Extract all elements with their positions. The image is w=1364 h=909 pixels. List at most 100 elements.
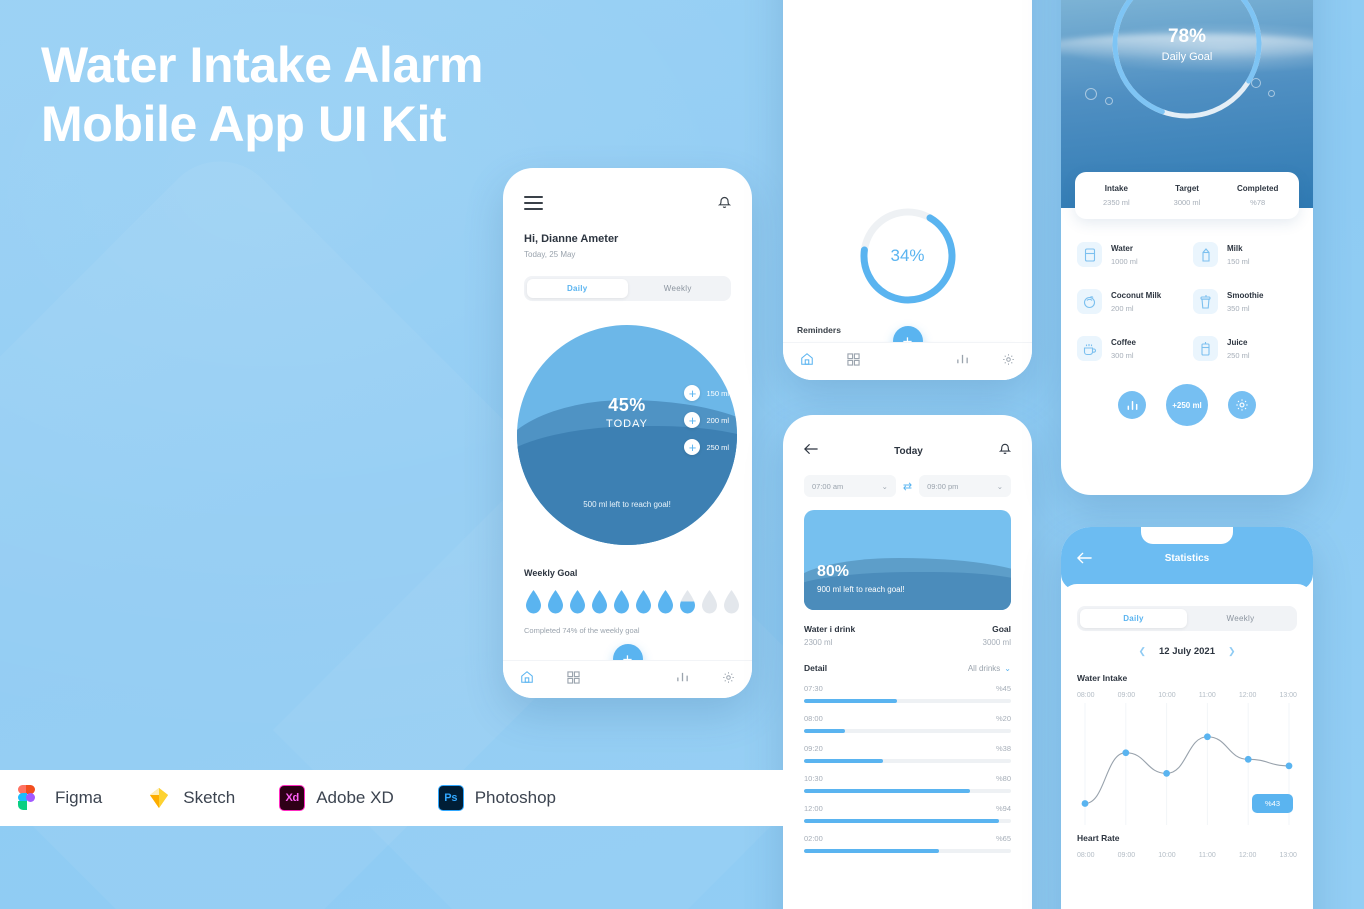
detail-bar-percent: %20 — [995, 714, 1011, 723]
chart-icon[interactable] — [956, 353, 969, 371]
stat-key: Target — [1175, 184, 1199, 193]
drink-item[interactable]: Milk 150 ml — [1187, 231, 1303, 278]
arrow-left-icon[interactable] — [804, 442, 818, 460]
bubble-icon — [1268, 90, 1275, 97]
axis-tick-label: 10:00 — [1158, 852, 1176, 859]
phone-notch — [1141, 527, 1233, 544]
detail-bar-track — [804, 789, 1011, 793]
hamburger-icon[interactable] — [524, 195, 543, 214]
detail-bar-time: 10:30 — [804, 774, 823, 783]
progress-remaining: 500 ml left to reach goal! — [583, 500, 671, 509]
statistics-period-tabs: Daily Weekly — [1077, 606, 1297, 631]
coffee-cup-icon — [1077, 336, 1102, 361]
tab-daily[interactable]: Daily — [1080, 609, 1187, 628]
home-icon[interactable] — [520, 670, 534, 689]
quick-add-250[interactable]: + 250 ml — [684, 439, 729, 455]
drink-amount: 350 ml — [1227, 303, 1250, 313]
weekly-goal-drop — [612, 589, 631, 615]
gear-icon-button[interactable] — [1228, 391, 1256, 419]
plus-icon: + — [684, 412, 701, 428]
detail-bar-time: 02:00 — [804, 834, 823, 843]
add-250ml-button[interactable]: +250 ml — [1166, 384, 1208, 426]
stat-value: 2350 ml — [1102, 198, 1130, 207]
tab-weekly[interactable]: Weekly — [628, 279, 729, 298]
time-to-select[interactable]: 09:00 pm ⌄ — [919, 475, 1011, 497]
quick-add-150[interactable]: + 150 ml — [684, 385, 729, 401]
tool-adobe-xd[interactable]: Xd Adobe XD — [279, 785, 394, 811]
quick-add-200[interactable]: + 200 ml — [684, 412, 729, 428]
smoothie-cup-icon — [1193, 289, 1218, 314]
time-to-value: 09:00 pm — [927, 481, 959, 491]
drink-texts: Juice 250 ml — [1227, 338, 1250, 360]
drink-item[interactable]: Juice 250 ml — [1187, 325, 1303, 372]
drink-texts: Water 1000 ml — [1111, 244, 1138, 266]
axis-tick-label: 12:00 — [1238, 692, 1257, 699]
detail-bar-time: 12:00 — [804, 804, 823, 813]
chevron-right-icon[interactable]: ❯ — [1228, 646, 1236, 657]
bell-icon[interactable] — [998, 442, 1012, 460]
grid-icon[interactable] — [567, 670, 580, 689]
figma-logo-icon — [18, 785, 44, 811]
tool-label-photoshop: Photoshop — [474, 788, 557, 807]
quick-add-label: 200 ml — [706, 415, 729, 425]
juice-box-icon — [1193, 336, 1218, 361]
plus-icon: + — [684, 385, 701, 401]
drink-item[interactable]: Smoothie 350 ml — [1187, 278, 1303, 325]
tool-figma[interactable]: Figma — [18, 785, 102, 811]
home-icon[interactable] — [800, 352, 814, 371]
weekly-goal-drop — [656, 589, 675, 615]
time-from-value: 07:00 am — [812, 481, 844, 491]
drink-amount: 1000 ml — [1111, 256, 1138, 266]
stat-key: Completed — [1237, 184, 1279, 193]
all-drinks-filter[interactable]: All drinks ⌄ — [968, 664, 1011, 673]
grid-icon[interactable] — [847, 352, 860, 371]
goal-block: Goal 3000 ml — [983, 624, 1011, 647]
photoshop-logo-icon: Ps — [437, 785, 464, 811]
today-card-remaining: 900 ml left to reach goal! — [817, 585, 905, 594]
swap-icon[interactable]: ⇄ — [903, 480, 912, 493]
gear-icon[interactable] — [722, 671, 735, 689]
detail-bar-fill — [804, 759, 883, 763]
intake-summary-card: Intake 2350 ml Target 3000 ml Completed … — [1075, 172, 1299, 219]
drink-texts: Coconut Milk 200 ml — [1111, 291, 1161, 313]
axis-tick-label: 12:00 — [1238, 852, 1257, 859]
tab-weekly[interactable]: Weekly — [1187, 609, 1294, 628]
drink-item[interactable]: Coffee 300 ml — [1071, 325, 1187, 372]
detail-bar-fill — [804, 699, 898, 703]
chevron-left-icon[interactable]: ❮ — [1138, 646, 1146, 657]
chart-icon[interactable] — [676, 671, 689, 689]
tool-photoshop[interactable]: Ps Photoshop — [437, 785, 557, 811]
gear-icon[interactable] — [1002, 353, 1015, 371]
phone-reminders-screen: 34% Reminders 09:45 150 ml. 11:30 250 ml… — [783, 0, 1032, 380]
stat-value: 3000 ml — [1173, 198, 1201, 207]
detail-bar-row: 07:30 %45 — [783, 684, 1032, 703]
bell-icon[interactable] — [717, 195, 732, 214]
water-intake-chart[interactable]: %43 — [1077, 703, 1297, 825]
today-progress-card[interactable]: 80% 900 ml left to reach goal! — [804, 510, 1011, 610]
tool-label-figma: Figma — [55, 788, 103, 807]
stat-completed: Completed %78 — [1222, 184, 1293, 207]
chevron-down-icon: ⌄ — [1004, 663, 1011, 673]
chart-icon-button[interactable] — [1118, 391, 1146, 419]
tool-label-adobe-xd: Adobe XD — [316, 788, 394, 807]
detail-bar-row: 09:20 %38 — [783, 744, 1032, 763]
tab-daily[interactable]: Daily — [527, 279, 628, 298]
phone-home-screen: Hi, Dianne Ameter Today, 25 May Daily We… — [503, 168, 752, 698]
water-intake-chart-title: Water Intake — [1077, 673, 1128, 683]
daily-goal-ring[interactable]: 78% Daily Goal — [1107, 0, 1267, 124]
time-from-select[interactable]: 07:00 am ⌄ — [804, 475, 896, 497]
drink-item[interactable]: Water 1000 ml — [1071, 231, 1187, 278]
drink-item[interactable]: Coconut Milk 200 ml — [1071, 278, 1187, 325]
goal-value: 3000 ml — [982, 638, 1011, 647]
arrow-left-icon[interactable] — [1076, 551, 1092, 567]
coconut-icon — [1077, 289, 1102, 314]
goal-label: Goal — [992, 624, 1011, 634]
bubble-icon — [1085, 88, 1097, 100]
drink-texts: Milk 150 ml — [1227, 244, 1250, 266]
daily-progress-circle[interactable]: 45% TODAY 500 ml left to reach goal! + 1… — [517, 325, 737, 545]
axis-tick-label: 13:00 — [1279, 852, 1297, 859]
drink-name: Coconut Milk — [1111, 290, 1162, 300]
weekly-goal-drop — [678, 589, 697, 615]
reminder-ring-percent: 34% — [890, 246, 925, 265]
tool-sketch[interactable]: Sketch — [146, 785, 235, 811]
